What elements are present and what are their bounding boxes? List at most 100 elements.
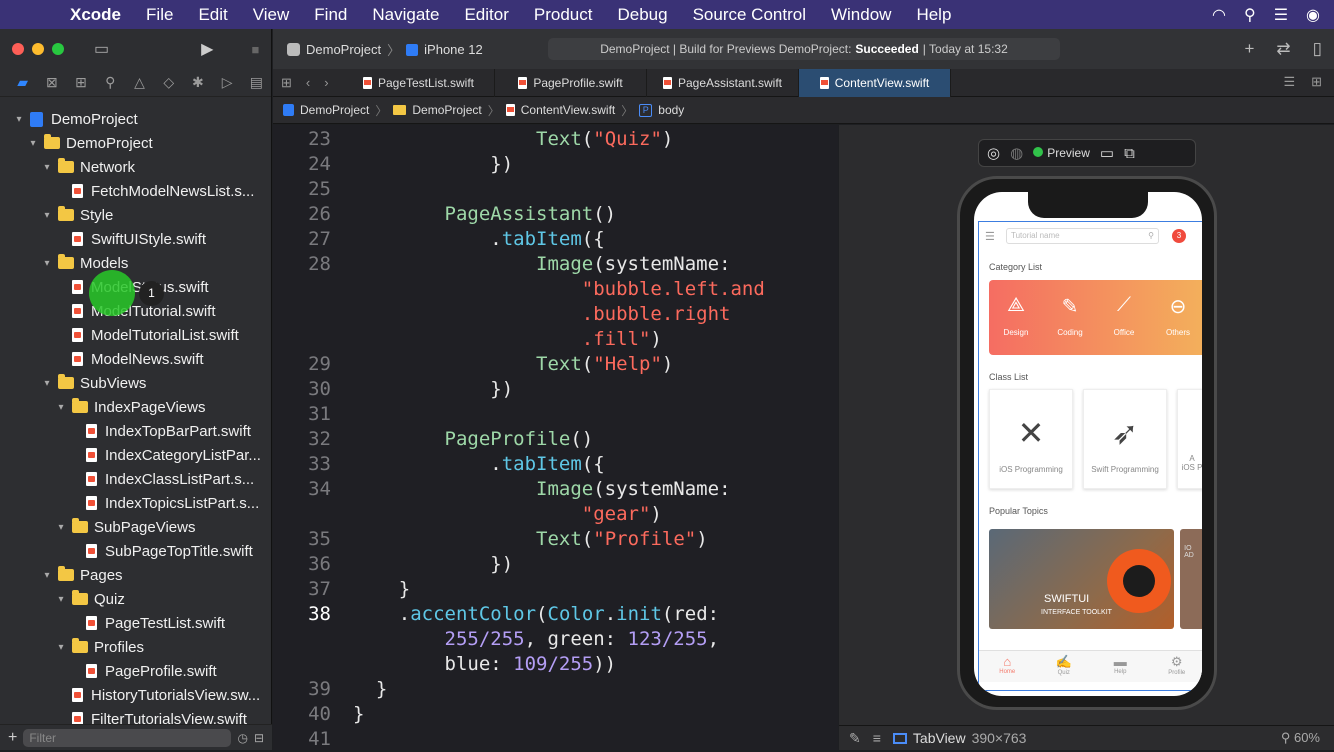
- app-preview[interactable]: ☰ Tutorial name ⚲ 3 Category List ⟁ Design…: [978, 221, 1202, 691]
- tree-item[interactable]: ModelStatus.swift: [0, 275, 272, 299]
- tree-item[interactable]: ▾ SubPageViews: [0, 515, 272, 539]
- chevron-down-icon[interactable]: ▾: [40, 162, 54, 173]
- tree-item[interactable]: ▾ Network: [0, 155, 272, 179]
- chevron-down-icon[interactable]: ▾: [12, 114, 26, 125]
- tree-item[interactable]: PageProfile.swift: [0, 659, 272, 683]
- jump-project[interactable]: DemoProject: [300, 103, 369, 117]
- tree-item[interactable]: FetchModelNewsList.s...: [0, 179, 272, 203]
- filter-input[interactable]: Filter: [23, 728, 232, 747]
- tree-item[interactable]: ▾ Models: [0, 251, 272, 275]
- tree-item[interactable]: ▾ IndexPageViews: [0, 395, 272, 419]
- control-center-icon[interactable]: ☰: [1274, 5, 1288, 25]
- code-text: Text("Quiz"): [353, 127, 673, 152]
- chevron-down-icon[interactable]: ▾: [54, 642, 68, 653]
- close-button[interactable]: [12, 43, 24, 55]
- scheme-selector[interactable]: DemoProject 〉 iPhone 12: [287, 40, 483, 59]
- tab-content-view[interactable]: ContentView.swift: [799, 68, 951, 97]
- sidebar-toggle-icon[interactable]: ▭: [94, 39, 109, 59]
- tree-item[interactable]: SubPageTopTitle.swift: [0, 539, 272, 563]
- code-editor[interactable]: 23 Text("Quiz") 24 }) 25 26 PageAssistant()…: [273, 125, 838, 750]
- minimize-button[interactable]: [32, 43, 44, 55]
- pin-icon[interactable]: ✎: [849, 730, 861, 747]
- tab-page-test-list[interactable]: PageTestList.swift: [343, 68, 495, 97]
- chevron-down-icon[interactable]: ▾: [26, 138, 40, 149]
- tree-item[interactable]: ModelTutorial.swift: [0, 299, 272, 323]
- zoom-level[interactable]: ⚲ 60%: [1281, 730, 1320, 746]
- jump-group[interactable]: DemoProject: [412, 103, 481, 117]
- class-card: ✕ iOS Programming: [989, 389, 1073, 489]
- forward-icon[interactable]: ›: [324, 75, 328, 91]
- editor-options-icon[interactable]: ☰: [1283, 74, 1295, 90]
- filter-options-icon[interactable]: ⊟: [254, 731, 264, 745]
- chevron-down-icon[interactable]: ▾: [54, 522, 68, 533]
- chevron-down-icon[interactable]: ▾: [40, 258, 54, 269]
- source-control-icon[interactable]: ⊠: [37, 74, 66, 91]
- menu-navigate[interactable]: Navigate: [372, 5, 439, 25]
- grid-icon[interactable]: ⊞: [281, 75, 292, 91]
- menu-app[interactable]: Xcode: [70, 5, 121, 25]
- menu-help[interactable]: Help: [916, 5, 951, 25]
- tree-item[interactable]: ModelNews.swift: [0, 347, 272, 371]
- folder-icon[interactable]: ▰: [8, 74, 37, 91]
- chevron-down-icon[interactable]: ▾: [40, 378, 54, 389]
- chevron-down-icon[interactable]: ▾: [54, 594, 68, 605]
- menu-product[interactable]: Product: [534, 5, 593, 25]
- zoom-button[interactable]: [52, 43, 64, 55]
- recent-icon[interactable]: ◷: [237, 731, 247, 745]
- tree-item[interactable]: ▾ SubViews: [0, 371, 272, 395]
- chevron-down-icon[interactable]: ▾: [40, 210, 54, 221]
- inspect-icon[interactable]: ◍: [1010, 144, 1023, 162]
- device-settings-icon[interactable]: ▭: [1100, 144, 1114, 162]
- jump-symbol[interactable]: body: [658, 103, 684, 117]
- symbol-icon[interactable]: ⊞: [66, 74, 95, 91]
- tree-item[interactable]: IndexTopicsListPart.s...: [0, 491, 272, 515]
- inspector-toggle-icon[interactable]: ▯: [1313, 39, 1322, 59]
- menu-window[interactable]: Window: [831, 5, 891, 25]
- tree-item[interactable]: ▾ Style: [0, 203, 272, 227]
- menu-editor[interactable]: Editor: [464, 5, 508, 25]
- tree-item[interactable]: HistoryTutorialsView.sw...: [0, 683, 272, 707]
- tab-page-profile[interactable]: PageProfile.swift: [495, 68, 647, 97]
- add-icon[interactable]: +: [8, 729, 17, 747]
- wifi-icon[interactable]: ◠: [1212, 5, 1226, 25]
- menu-view[interactable]: View: [253, 5, 290, 25]
- tree-item[interactable]: ▾ DemoProject: [0, 131, 272, 155]
- stop-icon[interactable]: ■: [251, 42, 259, 57]
- back-icon[interactable]: ‹: [306, 75, 310, 91]
- tree-item[interactable]: ▾ Profiles: [0, 635, 272, 659]
- split-editor-icon[interactable]: ⊞: [1311, 74, 1322, 90]
- test-icon[interactable]: ◇: [154, 74, 183, 91]
- report-icon[interactable]: ▤: [242, 74, 271, 91]
- preview-toggle[interactable]: Preview: [1033, 146, 1090, 160]
- chevron-down-icon[interactable]: ▾: [54, 402, 68, 413]
- debug-icon[interactable]: ✱: [183, 74, 212, 91]
- jump-file[interactable]: ContentView.swift: [521, 103, 616, 117]
- tree-item[interactable]: SwiftUIStyle.swift: [0, 227, 272, 251]
- run-icon[interactable]: ▶: [201, 39, 213, 59]
- library-add-icon[interactable]: +: [1244, 39, 1254, 59]
- code-review-icon[interactable]: ⇄: [1276, 39, 1290, 59]
- tab-page-assistant[interactable]: PageAssistant.swift: [647, 68, 799, 97]
- menu-debug[interactable]: Debug: [617, 5, 667, 25]
- menu-edit[interactable]: Edit: [198, 5, 227, 25]
- tree-item[interactable]: IndexTopBarPart.swift: [0, 419, 272, 443]
- spotlight-icon[interactable]: ⚲: [1244, 5, 1256, 25]
- breakpoint-icon[interactable]: ▷: [213, 74, 242, 91]
- tree-item[interactable]: ▾ Pages: [0, 563, 272, 587]
- menu-source-control[interactable]: Source Control: [693, 5, 806, 25]
- find-icon[interactable]: ⚲: [96, 74, 125, 91]
- tree-item[interactable]: IndexCategoryListPar...: [0, 443, 272, 467]
- tree-item[interactable]: ▾ Quiz: [0, 587, 272, 611]
- tree-item[interactable]: ModelTutorialList.swift: [0, 323, 272, 347]
- issue-icon[interactable]: △: [125, 74, 154, 91]
- tree-item[interactable]: ▾ DemoProject: [0, 107, 272, 131]
- tree-item[interactable]: PageTestList.swift: [0, 611, 272, 635]
- menu-find[interactable]: Find: [314, 5, 347, 25]
- live-preview-icon[interactable]: ◎: [987, 144, 1000, 162]
- tree-item[interactable]: IndexClassListPart.s...: [0, 467, 272, 491]
- chevron-down-icon[interactable]: ▾: [40, 570, 54, 581]
- menu-file[interactable]: File: [146, 5, 173, 25]
- adjust-icon[interactable]: ≡: [873, 730, 881, 746]
- siri-icon[interactable]: ◉: [1306, 5, 1320, 25]
- duplicate-preview-icon[interactable]: ⧉: [1124, 145, 1135, 162]
